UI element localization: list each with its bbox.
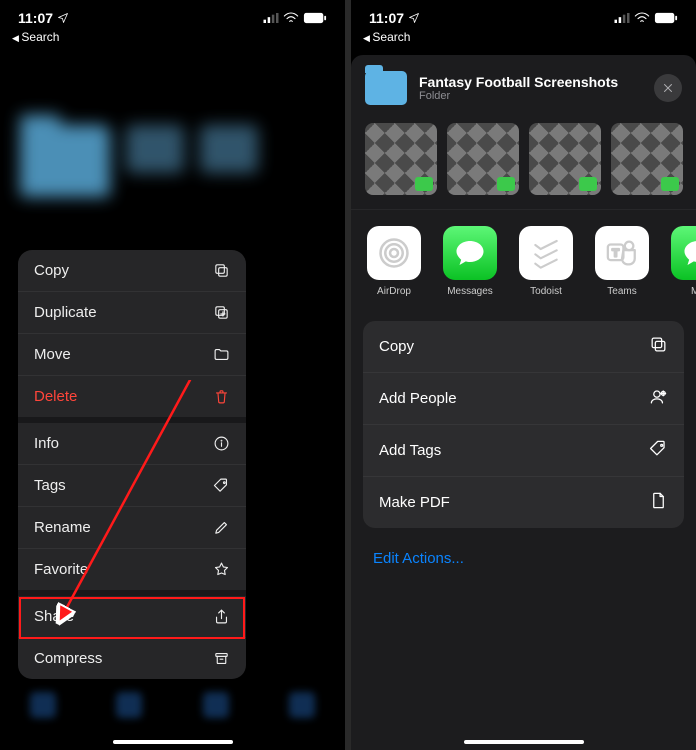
edit-actions-button[interactable]: Edit Actions...	[351, 534, 696, 583]
menu-item-move[interactable]: Move	[18, 334, 246, 376]
sheet-subtitle: Folder	[419, 90, 642, 102]
app-messages[interactable]: Messages	[441, 226, 499, 297]
share-icon	[212, 608, 230, 625]
action-label: Add People	[379, 390, 457, 407]
menu-item-favorite[interactable]: Favorite	[18, 549, 246, 596]
teams-icon: T	[595, 226, 649, 280]
location-icon	[57, 12, 69, 24]
thumbnail[interactable]	[611, 123, 683, 195]
action-add-people[interactable]: Add People	[363, 373, 684, 425]
app-label: Me	[669, 286, 696, 297]
document-icon	[649, 491, 668, 514]
thumbnails-row[interactable]	[351, 119, 696, 209]
status-bar: 11:07	[0, 0, 345, 30]
menu-item-label: Delete	[34, 388, 77, 405]
menu-item-info[interactable]: Info	[18, 423, 246, 465]
folder-icon	[365, 71, 407, 105]
menu-item-label: Favorite	[34, 561, 88, 578]
more-icon	[671, 226, 696, 280]
menu-item-label: Copy	[34, 262, 69, 279]
menu-item-label: Share	[34, 608, 74, 625]
menu-item-share[interactable]: Share	[18, 596, 246, 638]
menu-item-label: Tags	[34, 477, 66, 494]
app-teams[interactable]: T Teams	[593, 226, 651, 297]
app-label: Teams	[593, 286, 651, 297]
duplicate-icon	[212, 304, 230, 321]
star-icon	[212, 561, 230, 578]
action-label: Make PDF	[379, 494, 450, 511]
app-airdrop[interactable]: AirDrop	[365, 226, 423, 297]
folder-icon	[212, 346, 230, 363]
menu-item-label: Compress	[34, 650, 102, 667]
folder-icon	[126, 125, 184, 173]
folder-icon	[200, 125, 258, 173]
todoist-icon	[519, 226, 573, 280]
info-icon	[212, 435, 230, 452]
menu-item-label: Duplicate	[34, 304, 97, 321]
clock: 11:07	[18, 10, 53, 26]
sheet-title: Fantasy Football Screenshots	[419, 74, 642, 90]
app-label: AirDrop	[365, 286, 423, 297]
clock: 11:07	[369, 10, 404, 26]
menu-item-copy[interactable]: Copy	[18, 250, 246, 292]
wifi-icon	[283, 12, 299, 24]
menu-item-rename[interactable]: Rename	[18, 507, 246, 549]
menu-item-label: Move	[34, 346, 71, 363]
copy-icon	[649, 335, 668, 358]
tab-bar	[0, 680, 345, 730]
wifi-icon	[634, 12, 650, 24]
archive-icon	[212, 650, 230, 667]
battery-icon	[303, 12, 327, 24]
back-to-search[interactable]: Search	[0, 30, 345, 44]
battery-icon	[654, 12, 678, 24]
pencil-icon	[212, 519, 230, 536]
actions-list: Copy Add People Add Tags Make PDF	[363, 321, 684, 528]
location-icon	[408, 12, 420, 24]
folder-icon	[20, 125, 110, 197]
screenshot-left: 11:07 Search Copy Duplicate Move Delete …	[0, 0, 345, 750]
trash-icon	[212, 388, 230, 405]
menu-item-tags[interactable]: Tags	[18, 465, 246, 507]
cellular-icon	[614, 13, 630, 23]
app-label: Todoist	[517, 286, 575, 297]
apps-row[interactable]: AirDrop Messages Todoist T Teams Me	[351, 209, 696, 315]
menu-item-delete[interactable]: Delete	[18, 376, 246, 423]
action-make-pdf[interactable]: Make PDF	[363, 477, 684, 528]
menu-item-duplicate[interactable]: Duplicate	[18, 292, 246, 334]
status-bar: 11:07	[351, 0, 696, 30]
menu-item-label: Rename	[34, 519, 91, 536]
menu-item-label: Info	[34, 435, 59, 452]
menu-item-compress[interactable]: Compress	[18, 638, 246, 679]
thumbnail[interactable]	[365, 123, 437, 195]
close-button[interactable]	[654, 74, 682, 102]
screenshot-right: 11:07 Search Fantasy Football Screenshot…	[351, 0, 696, 750]
back-to-search[interactable]: Search	[351, 30, 696, 44]
svg-text:T: T	[612, 248, 619, 260]
action-label: Add Tags	[379, 442, 441, 459]
cellular-icon	[263, 13, 279, 23]
airdrop-icon	[367, 226, 421, 280]
thumbnail[interactable]	[447, 123, 519, 195]
action-add-tags[interactable]: Add Tags	[363, 425, 684, 477]
action-copy[interactable]: Copy	[363, 321, 684, 373]
home-indicator	[464, 740, 584, 744]
app-more[interactable]: Me	[669, 226, 696, 297]
tag-icon	[649, 439, 668, 462]
home-indicator	[113, 740, 233, 744]
tag-icon	[212, 477, 230, 494]
share-sheet: Fantasy Football Screenshots Folder AirD…	[351, 55, 696, 750]
copy-icon	[212, 262, 230, 279]
thumbnail[interactable]	[529, 123, 601, 195]
context-menu: Copy Duplicate Move Delete Info Tags Ren…	[18, 250, 246, 679]
add-people-icon	[649, 387, 668, 410]
action-label: Copy	[379, 338, 414, 355]
messages-icon	[443, 226, 497, 280]
app-label: Messages	[441, 286, 499, 297]
app-todoist[interactable]: Todoist	[517, 226, 575, 297]
